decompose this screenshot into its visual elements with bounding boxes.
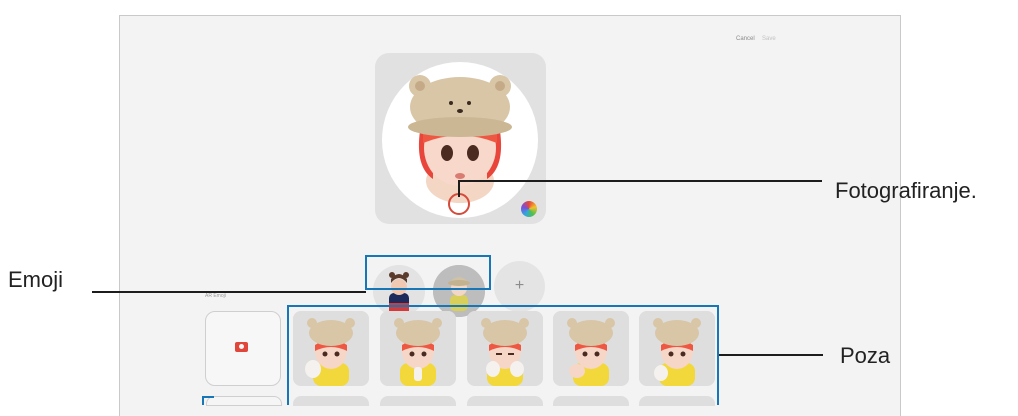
- pose-callout-label: Poza: [840, 343, 891, 368]
- save-button[interactable]: Save: [762, 36, 776, 42]
- emoji-leader-line: [92, 291, 366, 293]
- section-label: AR Emoji: [205, 293, 226, 299]
- camera-icon: [235, 342, 248, 352]
- capture-leader-line: [459, 180, 822, 182]
- capture-callout-label: Fotografiranje.: [835, 178, 977, 203]
- color-wheel-icon[interactable]: [521, 201, 537, 217]
- emoji-callout-label: Emoji: [8, 267, 64, 292]
- row2-callout-box: [202, 396, 214, 405]
- capture-leader-drop: [458, 180, 460, 197]
- emoji-callout-box: [365, 255, 491, 290]
- tile-row2-1[interactable]: [206, 396, 282, 406]
- pose-leader-line: [719, 354, 823, 356]
- cancel-button[interactable]: Cancel: [736, 36, 755, 42]
- pose-callout-box: [287, 305, 719, 405]
